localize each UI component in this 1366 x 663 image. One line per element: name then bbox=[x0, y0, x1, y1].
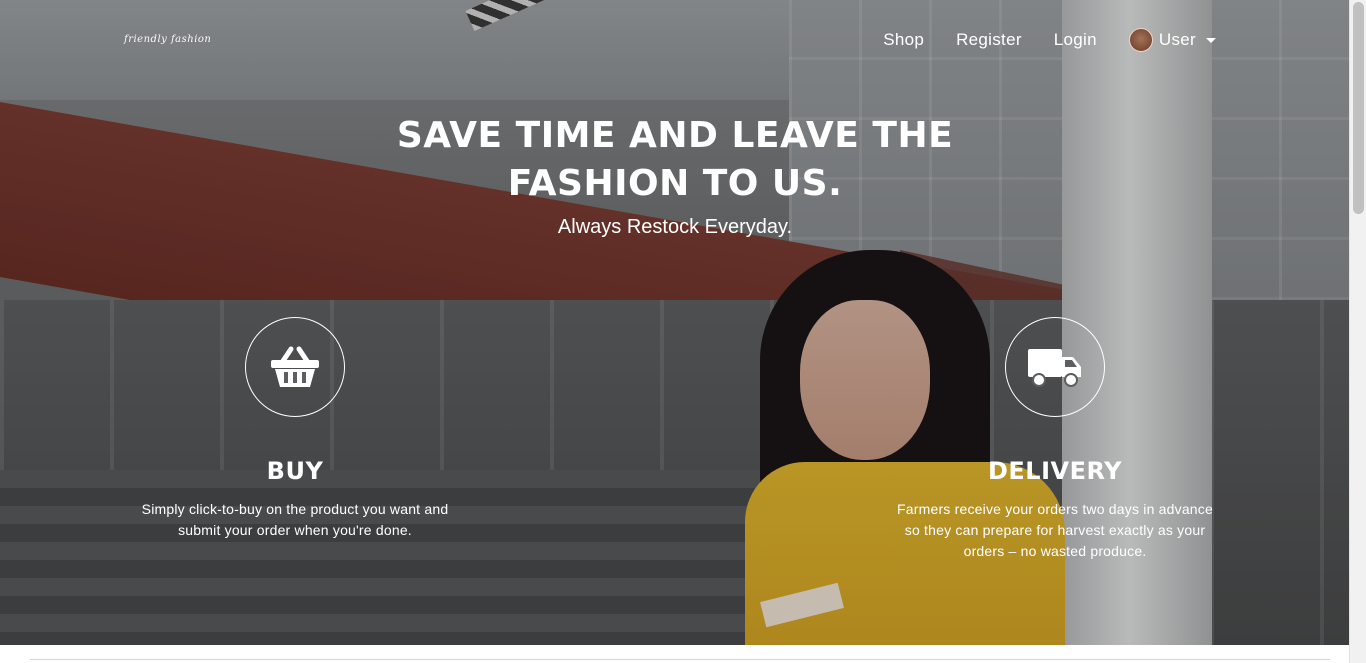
truck-icon bbox=[1028, 349, 1081, 387]
page-bottom-strip bbox=[0, 645, 1349, 663]
scrollbar-thumb[interactable] bbox=[1353, 2, 1364, 214]
feature-title: DELIVERY bbox=[987, 457, 1123, 485]
hero-headline: SAVE TIME AND LEAVE THE FASHION TO US. bbox=[335, 112, 1015, 208]
feature-title: BUY bbox=[266, 457, 324, 485]
feature-buy: BUY Simply click-to-buy on the product y… bbox=[135, 317, 455, 541]
avatar bbox=[1128, 28, 1153, 52]
hero-headline-line1: SAVE TIME AND LEAVE THE bbox=[396, 115, 954, 156]
feature-description: Simply click-to-buy on the product you w… bbox=[141, 501, 449, 538]
hero-headline-line2: FASHION TO US. bbox=[507, 163, 843, 204]
divider bbox=[30, 659, 1330, 660]
nav-link-shop[interactable]: Shop bbox=[883, 30, 924, 50]
feature-icon-ring bbox=[245, 317, 345, 417]
feature-icon-ring bbox=[1005, 317, 1105, 417]
feature-description: Farmers receive your orders two days in … bbox=[897, 501, 1213, 559]
user-dropdown-label: User bbox=[1158, 30, 1196, 49]
basket-icon bbox=[271, 346, 319, 387]
hero-subheadline: Always Restock Everyday. bbox=[557, 216, 793, 238]
user-dropdown[interactable]: User bbox=[1128, 28, 1216, 52]
top-nav: Shop Register Login User bbox=[883, 28, 1216, 52]
brand-logo[interactable]: friendly fashion bbox=[124, 34, 211, 45]
chevron-down-icon bbox=[1206, 37, 1216, 43]
nav-link-register[interactable]: Register bbox=[956, 30, 1022, 50]
feature-delivery: DELIVERY Farmers receive your orders two… bbox=[895, 317, 1215, 562]
page-scrollbar[interactable] bbox=[1349, 0, 1366, 663]
nav-link-login[interactable]: Login bbox=[1054, 30, 1097, 50]
